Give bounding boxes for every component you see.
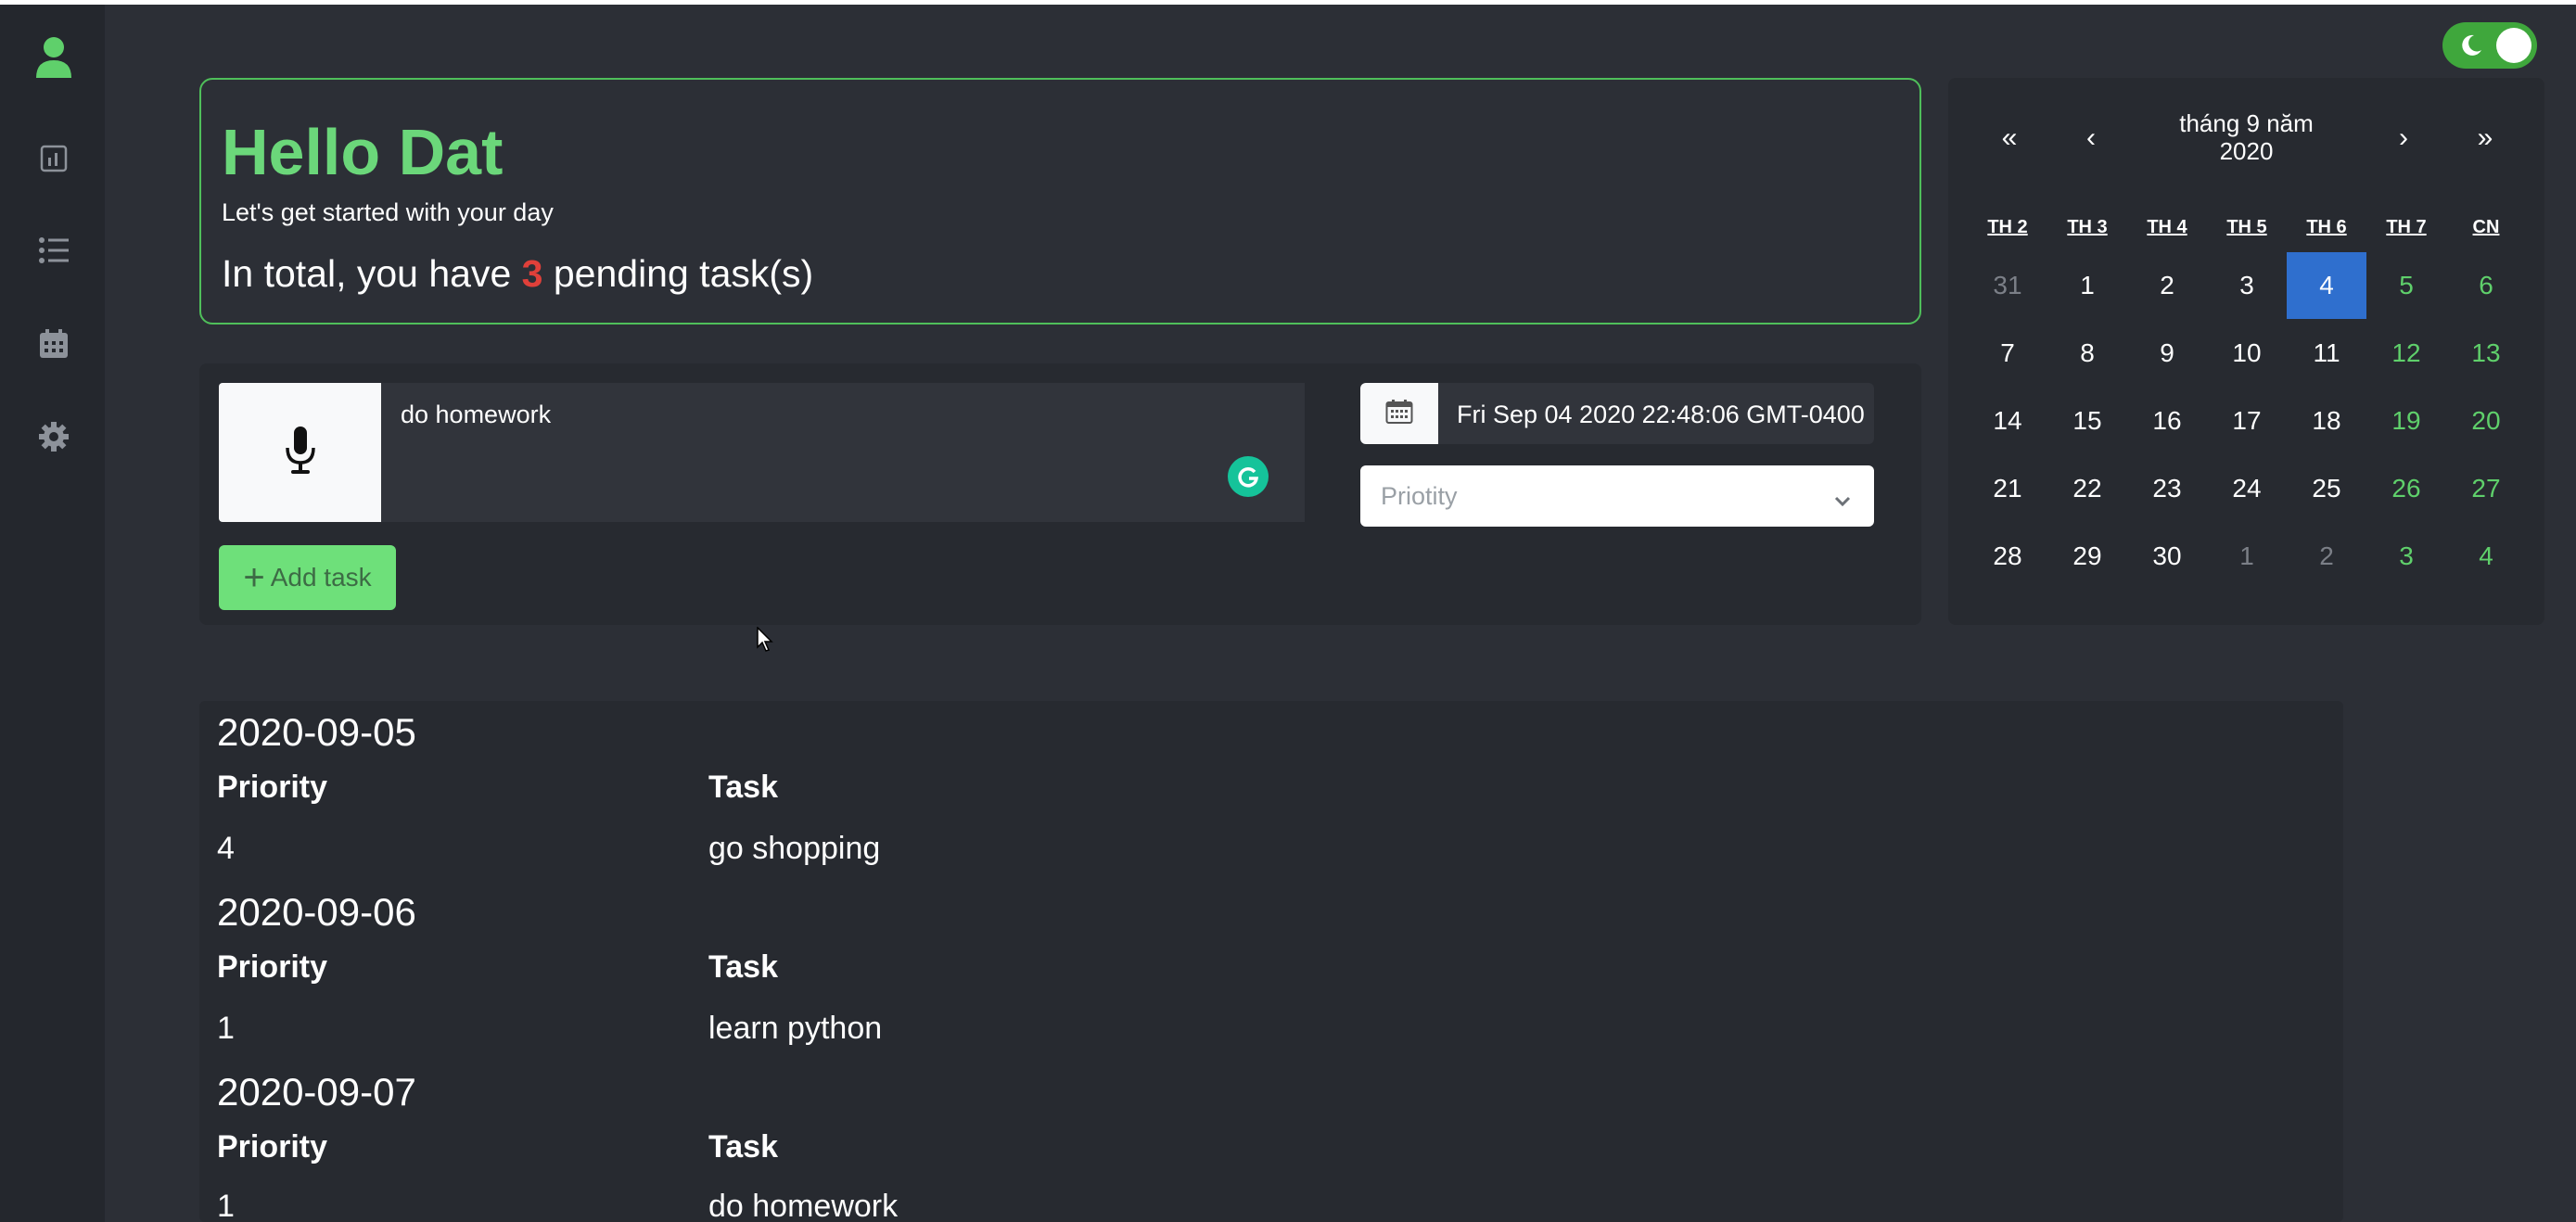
priority-placeholder: Priotity (1381, 482, 1458, 510)
calendar-day[interactable]: 17 (2207, 388, 2287, 454)
task-list (199, 701, 2343, 1222)
sidebar (0, 5, 105, 1222)
calendar-icon[interactable] (33, 324, 74, 364)
due-date-field[interactable]: Fri Sep 04 2020 22:48:06 GMT-0400 (1438, 383, 1874, 444)
plus-icon: + (243, 557, 265, 598)
toggle-knob (2496, 28, 2531, 63)
calendar-day[interactable]: 23 (2127, 455, 2207, 522)
calendar-day[interactable]: 3 (2366, 523, 2446, 590)
list-icon[interactable] (33, 230, 74, 271)
task-input-value: do homework (401, 401, 552, 428)
calendar-day[interactable]: 20 (2446, 388, 2526, 454)
pending-prefix: In total, you have (222, 252, 522, 295)
user-icon[interactable] (33, 37, 74, 78)
calendar-day[interactable]: 7 (1968, 320, 2047, 387)
chevron-down-icon (1833, 486, 1852, 515)
chart-icon[interactable] (33, 138, 74, 179)
calendar-day[interactable]: 12 (2366, 320, 2446, 387)
calendar-day[interactable]: 4 (2446, 523, 2526, 590)
greeting-title: Hello Dat (222, 116, 504, 188)
task-name[interactable]: do homework (708, 1189, 898, 1222)
weekday-header: TH 3 (2067, 217, 2108, 237)
calendar-day[interactable]: 3 (2207, 252, 2287, 319)
window-top-edge (0, 0, 2576, 5)
calendar-day[interactable]: 25 (2287, 455, 2366, 522)
calendar-day[interactable]: 30 (2127, 523, 2207, 590)
calendar-day[interactable]: 16 (2127, 388, 2207, 454)
next-month-button[interactable]: › (2376, 122, 2431, 154)
calendar-day[interactable]: 8 (2047, 320, 2127, 387)
calendar-day[interactable]: 27 (2446, 455, 2526, 522)
weekday-header: TH 4 (2147, 217, 2187, 237)
calendar-month-title[interactable]: tháng 9 năm 2020 (2134, 109, 2359, 165)
calendar-day[interactable]: 19 (2366, 388, 2446, 454)
calendar-day[interactable]: 2 (2287, 523, 2366, 590)
task-group-date: 2020-09-07 (217, 1070, 416, 1114)
calendar-year-line: 2020 (2219, 137, 2274, 165)
grammarly-icon[interactable] (1228, 456, 1269, 497)
microphone-icon (284, 426, 317, 480)
calendar-day[interactable]: 13 (2446, 320, 2526, 387)
calendar-day[interactable]: 24 (2207, 455, 2287, 522)
calendar-day[interactable]: 11 (2287, 320, 2366, 387)
task-priority: 4 (217, 831, 235, 866)
task-column-header: Task (708, 1129, 778, 1165)
calendar-day[interactable]: 9 (2127, 320, 2207, 387)
mouse-cursor-icon (757, 626, 773, 657)
date-picker-button[interactable] (1360, 383, 1438, 444)
calendar-day[interactable]: 15 (2047, 388, 2127, 454)
dark-mode-toggle[interactable] (2442, 22, 2537, 69)
priority-column-header: Priority (217, 770, 328, 805)
calendar-day[interactable]: 28 (1968, 523, 2047, 590)
calendar-day[interactable]: 22 (2047, 455, 2127, 522)
calendar-month-line: tháng 9 năm (2179, 109, 2314, 137)
calendar-day[interactable]: 1 (2047, 252, 2127, 319)
task-name[interactable]: learn python (708, 1011, 882, 1047)
calendar-day[interactable]: 14 (1968, 388, 2047, 454)
calendar-day[interactable]: 10 (2207, 320, 2287, 387)
priority-select[interactable]: Priotity (1360, 465, 1874, 527)
pending-summary: In total, you have 3 pending task(s) (222, 252, 813, 296)
calendar-day[interactable]: 21 (1968, 455, 2047, 522)
weekday-header: TH 5 (2226, 217, 2267, 237)
calendar-day[interactable]: 18 (2287, 388, 2366, 454)
task-group-date: 2020-09-05 (217, 710, 416, 754)
weekday-header: TH 7 (2386, 217, 2427, 237)
next-year-button[interactable]: » (2457, 122, 2513, 154)
prev-year-button[interactable]: « (1982, 122, 2037, 154)
weekday-header: TH 2 (1987, 217, 2028, 237)
priority-column-header: Priority (217, 1129, 328, 1165)
prev-month-button[interactable]: ‹ (2063, 122, 2119, 154)
weekday-header: TH 6 (2306, 217, 2347, 237)
calendar-day[interactable]: 31 (1968, 252, 2047, 319)
voice-input-button[interactable] (219, 383, 381, 522)
calendar-day[interactable]: 26 (2366, 455, 2446, 522)
calendar-day-selected[interactable]: 4 (2287, 252, 2366, 319)
add-task-button[interactable]: + Add task (219, 545, 396, 610)
calendar-day[interactable]: 1 (2207, 523, 2287, 590)
greeting-subtitle: Let's get started with your day (222, 198, 554, 226)
task-column-header: Task (708, 770, 778, 805)
task-group-date: 2020-09-06 (217, 890, 416, 934)
calendar-icon (1385, 399, 1413, 429)
task-priority: 1 (217, 1189, 235, 1222)
task-name[interactable]: go shopping (708, 831, 880, 867)
calendar-day[interactable]: 5 (2366, 252, 2446, 319)
task-column-header: Task (708, 949, 778, 985)
calendar-day[interactable]: 29 (2047, 523, 2127, 590)
priority-column-header: Priority (217, 949, 328, 985)
greeting-card: Hello Dat Let's get started with your da… (199, 78, 1921, 325)
calendar-day[interactable]: 6 (2446, 252, 2526, 319)
weekday-header: CN (2472, 217, 2500, 237)
pending-count: 3 (521, 252, 543, 295)
task-priority: 1 (217, 1011, 235, 1046)
add-task-label: Add task (270, 563, 372, 592)
gear-icon[interactable] (33, 416, 74, 457)
moon-icon (2459, 33, 2483, 62)
pending-suffix: pending task(s) (542, 252, 814, 295)
calendar-day[interactable]: 2 (2127, 252, 2207, 319)
